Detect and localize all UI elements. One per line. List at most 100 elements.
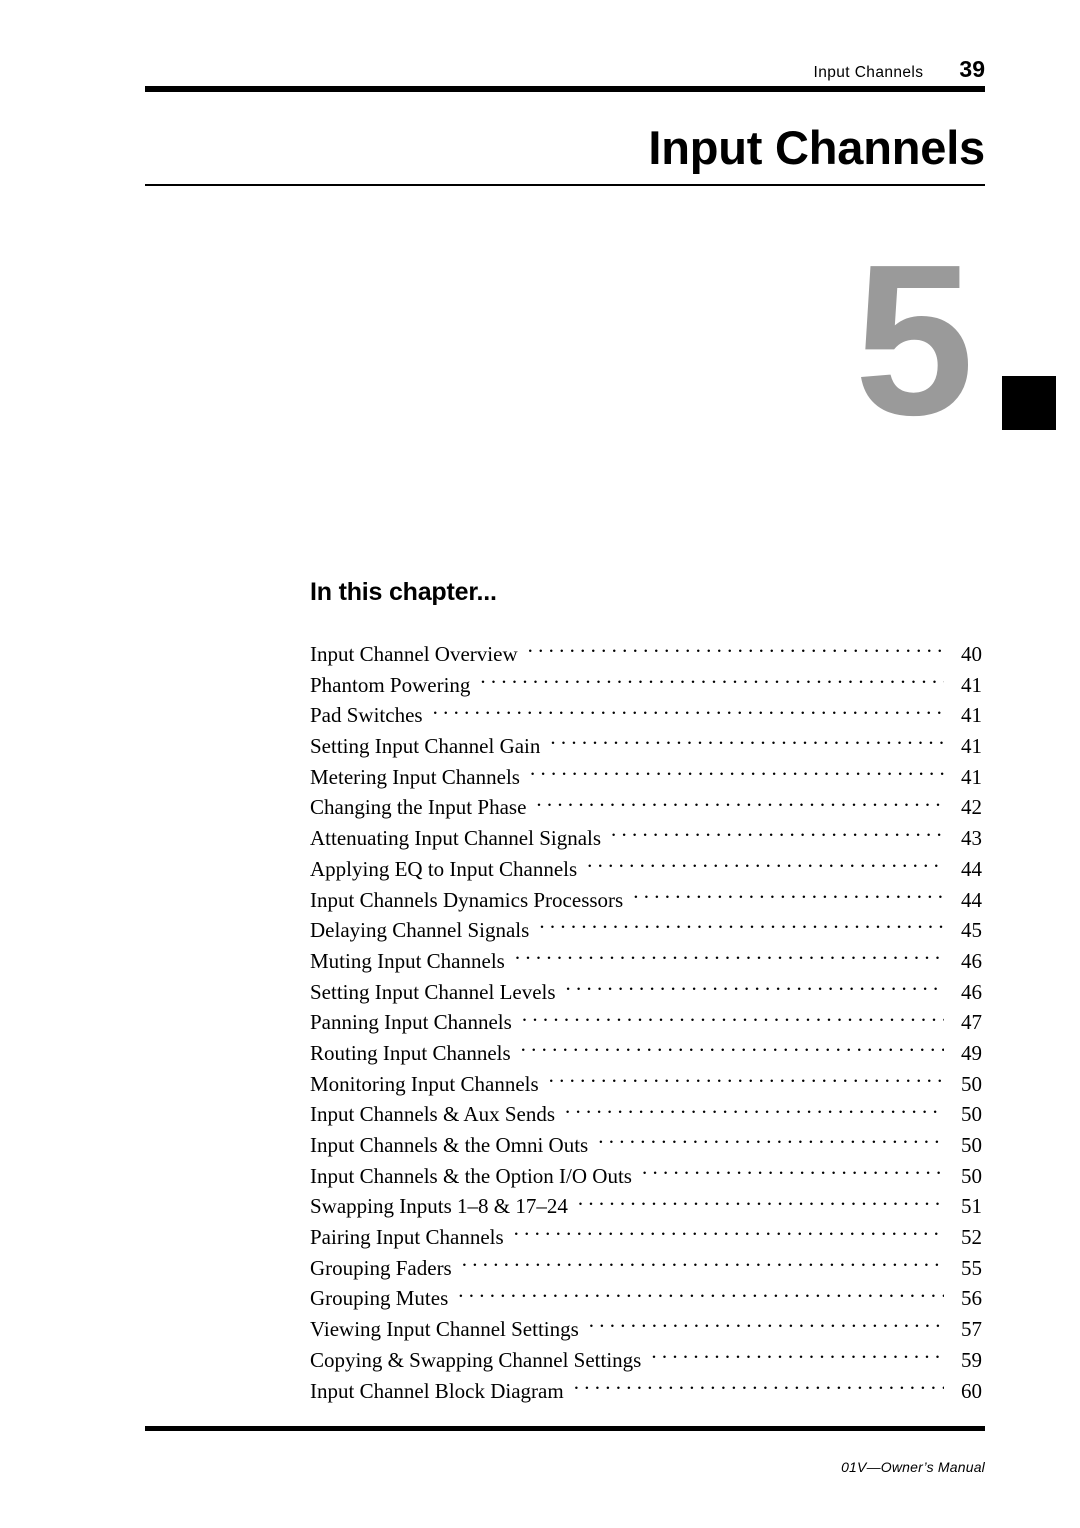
toc-entry-label: Input Channel Block Diagram <box>310 1378 564 1403</box>
toc-entry-label: Pad Switches <box>310 703 423 728</box>
toc-dot-leader <box>651 1346 944 1367</box>
toc-dot-leader <box>589 1315 944 1336</box>
toc-entry-label: Pairing Input Channels <box>310 1225 504 1250</box>
toc-dot-leader <box>521 1039 944 1060</box>
toc-entry-label: Metering Input Channels <box>310 764 520 789</box>
header-rule <box>145 86 985 92</box>
toc-entry-label: Input Channels & the Option I/O Outs <box>310 1163 632 1188</box>
toc-entry[interactable]: Copying & Swapping Channel Settings 59 <box>310 1345 982 1376</box>
toc-entry-label: Phantom Powering <box>310 672 471 697</box>
toc-entry[interactable]: Grouping Mutes 56 <box>310 1283 982 1314</box>
toc-entry-label: Delaying Channel Signals <box>310 918 530 943</box>
toc-entry[interactable]: Input Channels & the Omni Outs 50 <box>310 1130 982 1161</box>
toc-dot-leader <box>549 1070 944 1091</box>
running-header: Input Channels 39 <box>145 58 985 84</box>
toc-entry-label: Copying & Swapping Channel Settings <box>310 1347 642 1372</box>
toc-entry-page: 50 <box>961 1133 982 1157</box>
toc-dot-leader <box>522 1008 944 1029</box>
toc-entry-page: 57 <box>961 1317 982 1342</box>
toc-entry-page: 41 <box>961 764 982 789</box>
toc-entry-label: Setting Input Channel Gain <box>310 734 541 759</box>
toc-entry-label: Monitoring Input Channels <box>310 1071 539 1096</box>
toc-entry[interactable]: Setting Input Channel Gain 41 <box>310 731 982 762</box>
toc-dot-leader <box>642 1162 944 1183</box>
toc-entry[interactable]: Input Channel Block Diagram 60 <box>310 1376 982 1407</box>
toc-dot-leader <box>633 886 944 907</box>
toc-entry-page: 52 <box>961 1225 982 1250</box>
footer-text: 01V—Owner’s Manual <box>841 1459 985 1475</box>
toc-entry[interactable]: Panning Input Channels 47 <box>310 1007 982 1038</box>
toc-dot-leader <box>528 640 944 661</box>
toc-entry-page: 46 <box>961 948 982 973</box>
toc-dot-leader <box>566 978 944 999</box>
in-this-chapter-heading: In this chapter... <box>310 578 497 606</box>
toc-entry-page: 46 <box>961 979 982 1004</box>
toc-dot-leader <box>565 1100 944 1121</box>
toc-entry-label: Routing Input Channels <box>310 1040 511 1065</box>
toc-dot-leader <box>539 916 944 937</box>
toc-entry[interactable]: Pairing Input Channels 52 <box>310 1222 982 1253</box>
toc-entry-page: 44 <box>961 856 982 881</box>
toc-entry-page: 50 <box>961 1102 982 1127</box>
toc-entry-label: Input Channels Dynamics Processors <box>310 887 624 912</box>
toc-entry-page: 44 <box>961 887 982 912</box>
title-rule <box>145 184 985 186</box>
toc-entry[interactable]: Metering Input Channels 41 <box>310 762 982 793</box>
toc-entry-page: 41 <box>961 672 982 697</box>
running-header-page-number: 39 <box>959 56 985 82</box>
toc-entry-label: Setting Input Channel Levels <box>310 979 556 1004</box>
toc-dot-leader <box>433 701 944 722</box>
toc-entry-page: 55 <box>961 1255 982 1280</box>
table-of-contents: Input Channel Overview 40 Phantom Poweri… <box>310 639 982 1406</box>
toc-entry-label: Applying EQ to Input Channels <box>310 856 578 881</box>
toc-entry[interactable]: Input Channels & Aux Sends 50 <box>310 1099 982 1130</box>
toc-entry[interactable]: Muting Input Channels 46 <box>310 946 982 977</box>
page: Input Channels 39 Input Channels 5 In th… <box>0 0 1080 1528</box>
toc-entry-page: 45 <box>961 918 982 943</box>
toc-entry[interactable]: Input Channels & the Option I/O Outs 50 <box>310 1161 982 1192</box>
toc-entry-label: Input Channels & Aux Sends <box>310 1102 555 1127</box>
toc-entry-page: 49 <box>961 1040 982 1065</box>
toc-entry[interactable]: Input Channel Overview 40 <box>310 639 982 670</box>
toc-entry-page: 41 <box>961 703 982 728</box>
toc-dot-leader <box>530 763 944 784</box>
toc-entry-label: Attenuating Input Channel Signals <box>310 826 602 851</box>
toc-entry[interactable]: Attenuating Input Channel Signals 43 <box>310 823 982 854</box>
toc-entry[interactable]: Changing the Input Phase 42 <box>310 792 982 823</box>
toc-dot-leader <box>514 1223 944 1244</box>
toc-entry-page: 56 <box>961 1286 982 1311</box>
toc-dot-leader <box>578 1192 944 1213</box>
toc-entry[interactable]: Monitoring Input Channels 50 <box>310 1069 982 1100</box>
toc-entry-label: Viewing Input Channel Settings <box>310 1317 579 1342</box>
running-header-title: Input Channels <box>813 64 924 81</box>
toc-entry[interactable]: Viewing Input Channel Settings 57 <box>310 1314 982 1345</box>
toc-dot-leader <box>515 947 944 968</box>
footer-rule <box>145 1426 985 1431</box>
toc-entry[interactable]: Grouping Faders 55 <box>310 1253 982 1284</box>
chapter-number: 5 <box>854 219 974 460</box>
toc-dot-leader <box>598 1131 944 1152</box>
toc-entry[interactable]: Applying EQ to Input Channels 44 <box>310 854 982 885</box>
toc-dot-leader <box>611 824 944 845</box>
toc-entry-label: Grouping Faders <box>310 1255 452 1280</box>
toc-entry[interactable]: Setting Input Channel Levels 46 <box>310 977 982 1008</box>
toc-entry-page: 51 <box>961 1194 982 1219</box>
toc-entry-page: 59 <box>961 1347 982 1372</box>
toc-entry-label: Input Channels & the Omni Outs <box>310 1133 589 1157</box>
toc-entry-page: 50 <box>961 1071 982 1096</box>
chapter-thumb-tab <box>1002 376 1056 430</box>
toc-entry-page: 41 <box>961 734 982 759</box>
toc-entry[interactable]: Routing Input Channels 49 <box>310 1038 982 1069</box>
toc-entry-label: Input Channel Overview <box>310 642 518 666</box>
toc-entry[interactable]: Delaying Channel Signals 45 <box>310 915 982 946</box>
toc-entry[interactable]: Input Channels Dynamics Processors 44 <box>310 885 982 916</box>
toc-entry[interactable]: Phantom Powering 41 <box>310 670 982 701</box>
toc-entry-label: Muting Input Channels <box>310 948 505 973</box>
toc-entry-page: 47 <box>961 1010 982 1035</box>
toc-entry[interactable]: Swapping Inputs 1–8 & 17–24 51 <box>310 1191 982 1222</box>
toc-entry-label: Swapping Inputs 1–8 & 17–24 <box>310 1194 568 1219</box>
page-title: Input Channels <box>648 121 985 174</box>
toc-dot-leader <box>480 671 944 692</box>
toc-entry[interactable]: Pad Switches 41 <box>310 700 982 731</box>
toc-dot-leader <box>458 1284 944 1305</box>
